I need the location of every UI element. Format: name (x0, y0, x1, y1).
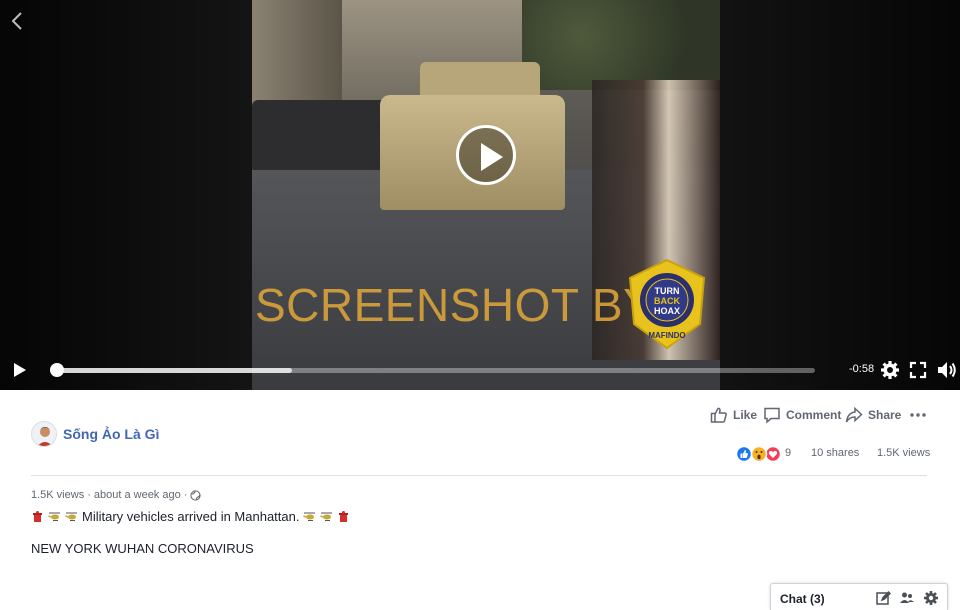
share-button[interactable]: Share (845, 405, 901, 425)
back-arrow-icon[interactable] (8, 10, 26, 32)
share-label: Share (868, 408, 902, 422)
meta-views: 1.5K views (31, 489, 85, 501)
comment-label: Comment (786, 408, 842, 422)
video-letterbox-left (0, 0, 252, 390)
badge-bottom: MAFINDO (648, 331, 685, 340)
globe-icon[interactable] (190, 489, 201, 501)
remaining-time: -0:58 (849, 363, 875, 375)
buffered-bar (57, 368, 292, 373)
group-chat-icon[interactable] (899, 590, 915, 606)
reaction-icons[interactable] (735, 445, 783, 463)
page-avatar[interactable] (31, 421, 57, 447)
helicopter-emoji-icon (48, 512, 60, 521)
badge-line-2: BACK (654, 296, 680, 306)
post-message-text: Military vehicles arrived in Manhattan. (82, 509, 300, 524)
wow-reaction-icon (750, 445, 768, 463)
post-hashtags: NEW YORK WUHAN CORONAVIRUS (31, 541, 254, 556)
comment-icon (764, 407, 780, 424)
post-meta: 1.5K views · about a week ago · (31, 489, 201, 501)
reaction-count[interactable]: 9 (785, 447, 791, 459)
chat-settings-icon[interactable] (923, 590, 939, 606)
badge-line-1: TURN (655, 286, 680, 296)
divider (31, 475, 927, 476)
settings-gear-icon[interactable] (880, 360, 900, 380)
like-icon (710, 407, 727, 423)
fullscreen-icon[interactable] (908, 360, 928, 380)
center-play-button[interactable] (456, 125, 516, 185)
play-icon (481, 143, 503, 171)
post-message: Military vehicles arrived in Manhattan. (31, 509, 350, 524)
fire-hydrant-emoji-icon (339, 511, 349, 522)
video-controls: -0:58 (0, 350, 960, 390)
scene-trees (522, 0, 720, 90)
like-button[interactable]: Like (710, 405, 757, 425)
chat-bar[interactable]: Chat (3) (770, 583, 948, 610)
play-icon[interactable] (12, 362, 28, 378)
compose-icon[interactable] (875, 590, 891, 606)
more-options-button[interactable] (909, 405, 927, 425)
page-name-link[interactable]: Sống Ảo Là Gì (63, 426, 159, 442)
more-icon (910, 413, 926, 417)
comment-button[interactable]: Comment (763, 405, 841, 425)
watermark-text: SCREENSHOT BY (255, 279, 655, 331)
video-letterbox-right (720, 0, 960, 390)
post-timestamp[interactable]: about a week ago (94, 489, 181, 501)
fire-hydrant-emoji-icon (33, 511, 42, 522)
helicopter-emoji-icon (303, 512, 316, 521)
shares-count[interactable]: 10 shares (811, 447, 859, 459)
chat-label[interactable]: Chat (3) (780, 592, 825, 606)
helicopter-emoji-icon (65, 512, 77, 521)
meta-separator: · (87, 489, 91, 501)
views-count: 1.5K views (877, 447, 931, 459)
badge-line-3: HOAX (654, 306, 680, 316)
like-label: Like (733, 408, 758, 422)
volume-icon[interactable] (936, 360, 956, 380)
share-icon (845, 406, 863, 423)
progress-knob[interactable] (50, 363, 64, 377)
video-player[interactable]: SCREENSHOT BY TURN BACK HOAX MAFINDO -0:… (0, 0, 960, 390)
progress-track[interactable] (50, 363, 815, 377)
helicopter-emoji-icon (320, 512, 333, 521)
turnbackhoax-badge: TURN BACK HOAX MAFINDO (628, 258, 706, 350)
meta-separator: · (183, 489, 188, 501)
facebook-video-page: SCREENSHOT BY TURN BACK HOAX MAFINDO -0:… (0, 0, 960, 610)
